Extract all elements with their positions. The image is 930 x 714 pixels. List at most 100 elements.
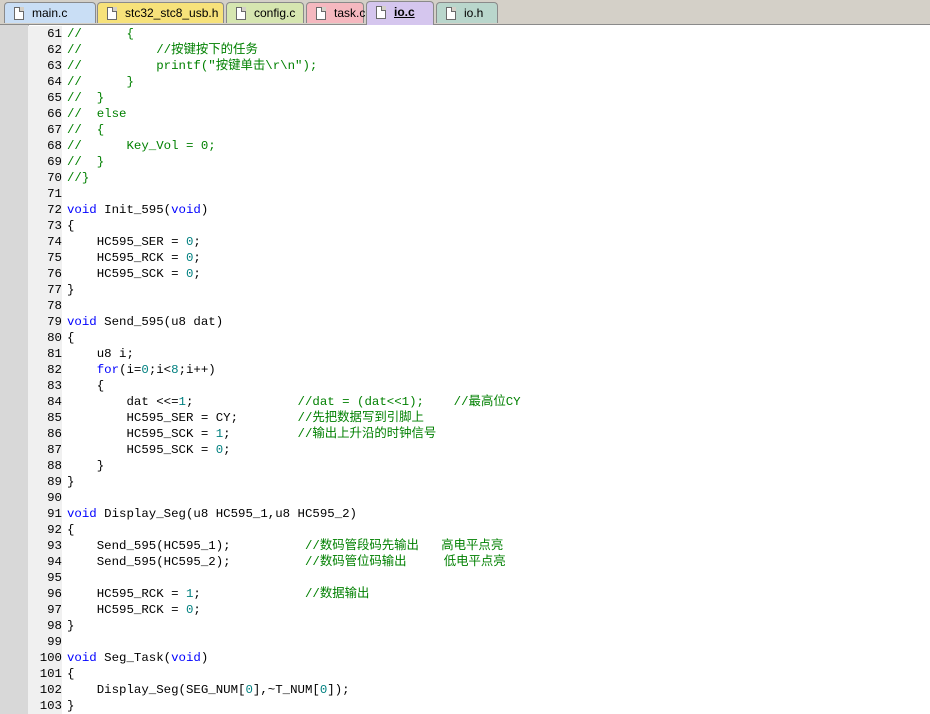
code-line[interactable]: 74 HC595_SER = 0;	[0, 234, 930, 250]
code-line[interactable]: 101 {	[0, 666, 930, 682]
code-line[interactable]: 100 void Seg_Task(void)	[0, 650, 930, 666]
tab-io-c[interactable]: io.c	[366, 1, 434, 25]
code-line[interactable]: 77}	[0, 282, 930, 298]
code-number: 1	[178, 395, 186, 409]
code-text: HC595_SCK = 1; //输出上升沿的时钟信号	[67, 426, 436, 442]
tab-task-c[interactable]: task.c	[306, 2, 366, 23]
code-line[interactable]: 67 // {	[0, 122, 930, 138]
line-number: 82	[28, 362, 62, 378]
code-number: 8	[171, 363, 179, 377]
editor-tab-bar: main.c stc32_stc8_usb.h config.c task.c io.c…	[0, 0, 930, 25]
line-number: 64	[28, 74, 62, 90]
code-line[interactable]: 81 u8 i;	[0, 346, 930, 362]
code-token: ;	[193, 235, 201, 249]
file-icon	[316, 7, 326, 20]
code-text: u8 i;	[67, 346, 134, 362]
code-token: )	[200, 651, 209, 665]
code-text: // {	[67, 26, 134, 42]
code-line[interactable]: 65 // }	[0, 90, 930, 106]
line-number: 66	[28, 106, 62, 122]
line-number: 103	[28, 698, 62, 714]
tab-io-h[interactable]: io.h	[436, 2, 498, 23]
code-line[interactable]: 91 void Display_Seg(u8 HC595_1,u8 HC595_2…	[0, 506, 930, 522]
line-number: 79	[28, 314, 62, 330]
code-line[interactable]: 78	[0, 298, 930, 314]
code-line[interactable]: 98}	[0, 618, 930, 634]
code-line[interactable]: 90	[0, 490, 930, 506]
code-line[interactable]: 92 {	[0, 522, 930, 538]
code-line[interactable]: 83 {	[0, 378, 930, 394]
line-number: 72	[28, 202, 62, 218]
code-line[interactable]: 73 {	[0, 218, 930, 234]
code-token: {	[67, 331, 75, 345]
line-number: 100	[28, 650, 62, 666]
code-keyword: void	[67, 315, 97, 329]
code-line[interactable]: 86 HC595_SCK = 1; //输出上升沿的时钟信号	[0, 426, 930, 442]
tab-label: task.c	[334, 6, 366, 20]
code-line[interactable]: 69 // }	[0, 154, 930, 170]
code-line[interactable]: 63 // printf("按键单击\r\n");	[0, 58, 930, 74]
tab-label: config.c	[254, 6, 296, 20]
code-line[interactable]: 96 HC595_RCK = 1; //数据输出	[0, 586, 930, 602]
code-text: void Seg_Task(void)	[67, 650, 208, 666]
code-token: ;i++)	[178, 363, 216, 377]
file-icon	[236, 7, 246, 20]
code-line[interactable]: 103}	[0, 698, 930, 714]
line-number: 67	[28, 122, 62, 138]
code-token: ],~T_NUM[	[252, 683, 320, 697]
code-comment: //数据输出	[304, 587, 370, 601]
code-line[interactable]: 95	[0, 570, 930, 586]
code-comment: // }	[67, 91, 105, 105]
code-token: ;	[223, 427, 298, 441]
code-token: HC595_SER =	[67, 235, 186, 249]
tab-label: main.c	[32, 6, 68, 20]
code-line[interactable]: 62 // //按键按下的任务	[0, 42, 930, 58]
code-token: HC595_SER = CY;	[67, 411, 298, 425]
code-token: u8 i;	[67, 347, 134, 361]
code-line[interactable]: 102 Display_Seg(SEG_NUM[0],~T_NUM[0]);	[0, 682, 930, 698]
code-token: Send_595(HC595_2);	[67, 555, 305, 569]
code-comment: // }	[67, 155, 105, 169]
code-text: // //按键按下的任务	[67, 42, 258, 58]
code-line[interactable]: 97 HC595_RCK = 0;	[0, 602, 930, 618]
code-line[interactable]: 64 // }	[0, 74, 930, 90]
code-line[interactable]: 82 for(i=0;i<8;i++)	[0, 362, 930, 378]
code-line[interactable]: 87 HC595_SCK = 0;	[0, 442, 930, 458]
code-line[interactable]: 84 dat <<=1; //dat = (dat<<1); //最高位CY	[0, 394, 930, 410]
code-line[interactable]: 76 HC595_SCK = 0;	[0, 266, 930, 282]
code-text: HC595_RCK = 1; //数据输出	[67, 586, 370, 602]
code-line[interactable]: 94 Send_595(HC595_2); //数码管位码输出 低电平点亮	[0, 554, 930, 570]
code-editor[interactable]: 61 // {62 // //按键按下的任务 63 // printf("按键单击\r\…	[0, 25, 930, 714]
code-comment: // printf("按键单击\r\n");	[67, 59, 318, 73]
code-line[interactable]: 71	[0, 186, 930, 202]
code-token: (i=	[119, 363, 142, 377]
line-number: 78	[28, 298, 62, 314]
code-line[interactable]: 79 void Send_595(u8 dat)	[0, 314, 930, 330]
line-number: 87	[28, 442, 62, 458]
code-text: }	[67, 474, 74, 490]
code-token: dat <<=	[67, 395, 179, 409]
code-line[interactable]: 88 }	[0, 458, 930, 474]
tab-config-c[interactable]: config.c	[226, 2, 304, 23]
code-line[interactable]: 68 // Key_Vol = 0;	[0, 138, 930, 154]
code-token: {	[67, 523, 75, 537]
code-line[interactable]: 80 {	[0, 330, 930, 346]
code-token: Seg_Task(	[96, 651, 172, 665]
code-token: ;	[223, 443, 231, 457]
tab-main-c[interactable]: main.c	[4, 2, 96, 23]
code-text: dat <<=1; //dat = (dat<<1); //最高位CY	[67, 394, 520, 410]
code-line[interactable]: 89}	[0, 474, 930, 490]
code-line[interactable]: 75 HC595_RCK = 0;	[0, 250, 930, 266]
code-line[interactable]: 99	[0, 634, 930, 650]
code-text: void Display_Seg(u8 HC595_1,u8 HC595_2)	[67, 506, 357, 522]
code-line[interactable]: 93 Send_595(HC595_1); //数码管段码先输出 高电平点亮	[0, 538, 930, 554]
code-line[interactable]: 85 HC595_SER = CY; //先把数据写到引脚上	[0, 410, 930, 426]
code-line[interactable]: 66 // else	[0, 106, 930, 122]
tab-label: io.c	[394, 5, 415, 19]
code-keyword: for	[96, 363, 120, 377]
tab-stc32-stc8-usb-h[interactable]: stc32_stc8_usb.h	[97, 2, 224, 23]
code-line[interactable]: 72 void Init_595(void)	[0, 202, 930, 218]
code-line[interactable]: 70 //}	[0, 170, 930, 186]
code-line[interactable]: 61 // {	[0, 26, 930, 42]
